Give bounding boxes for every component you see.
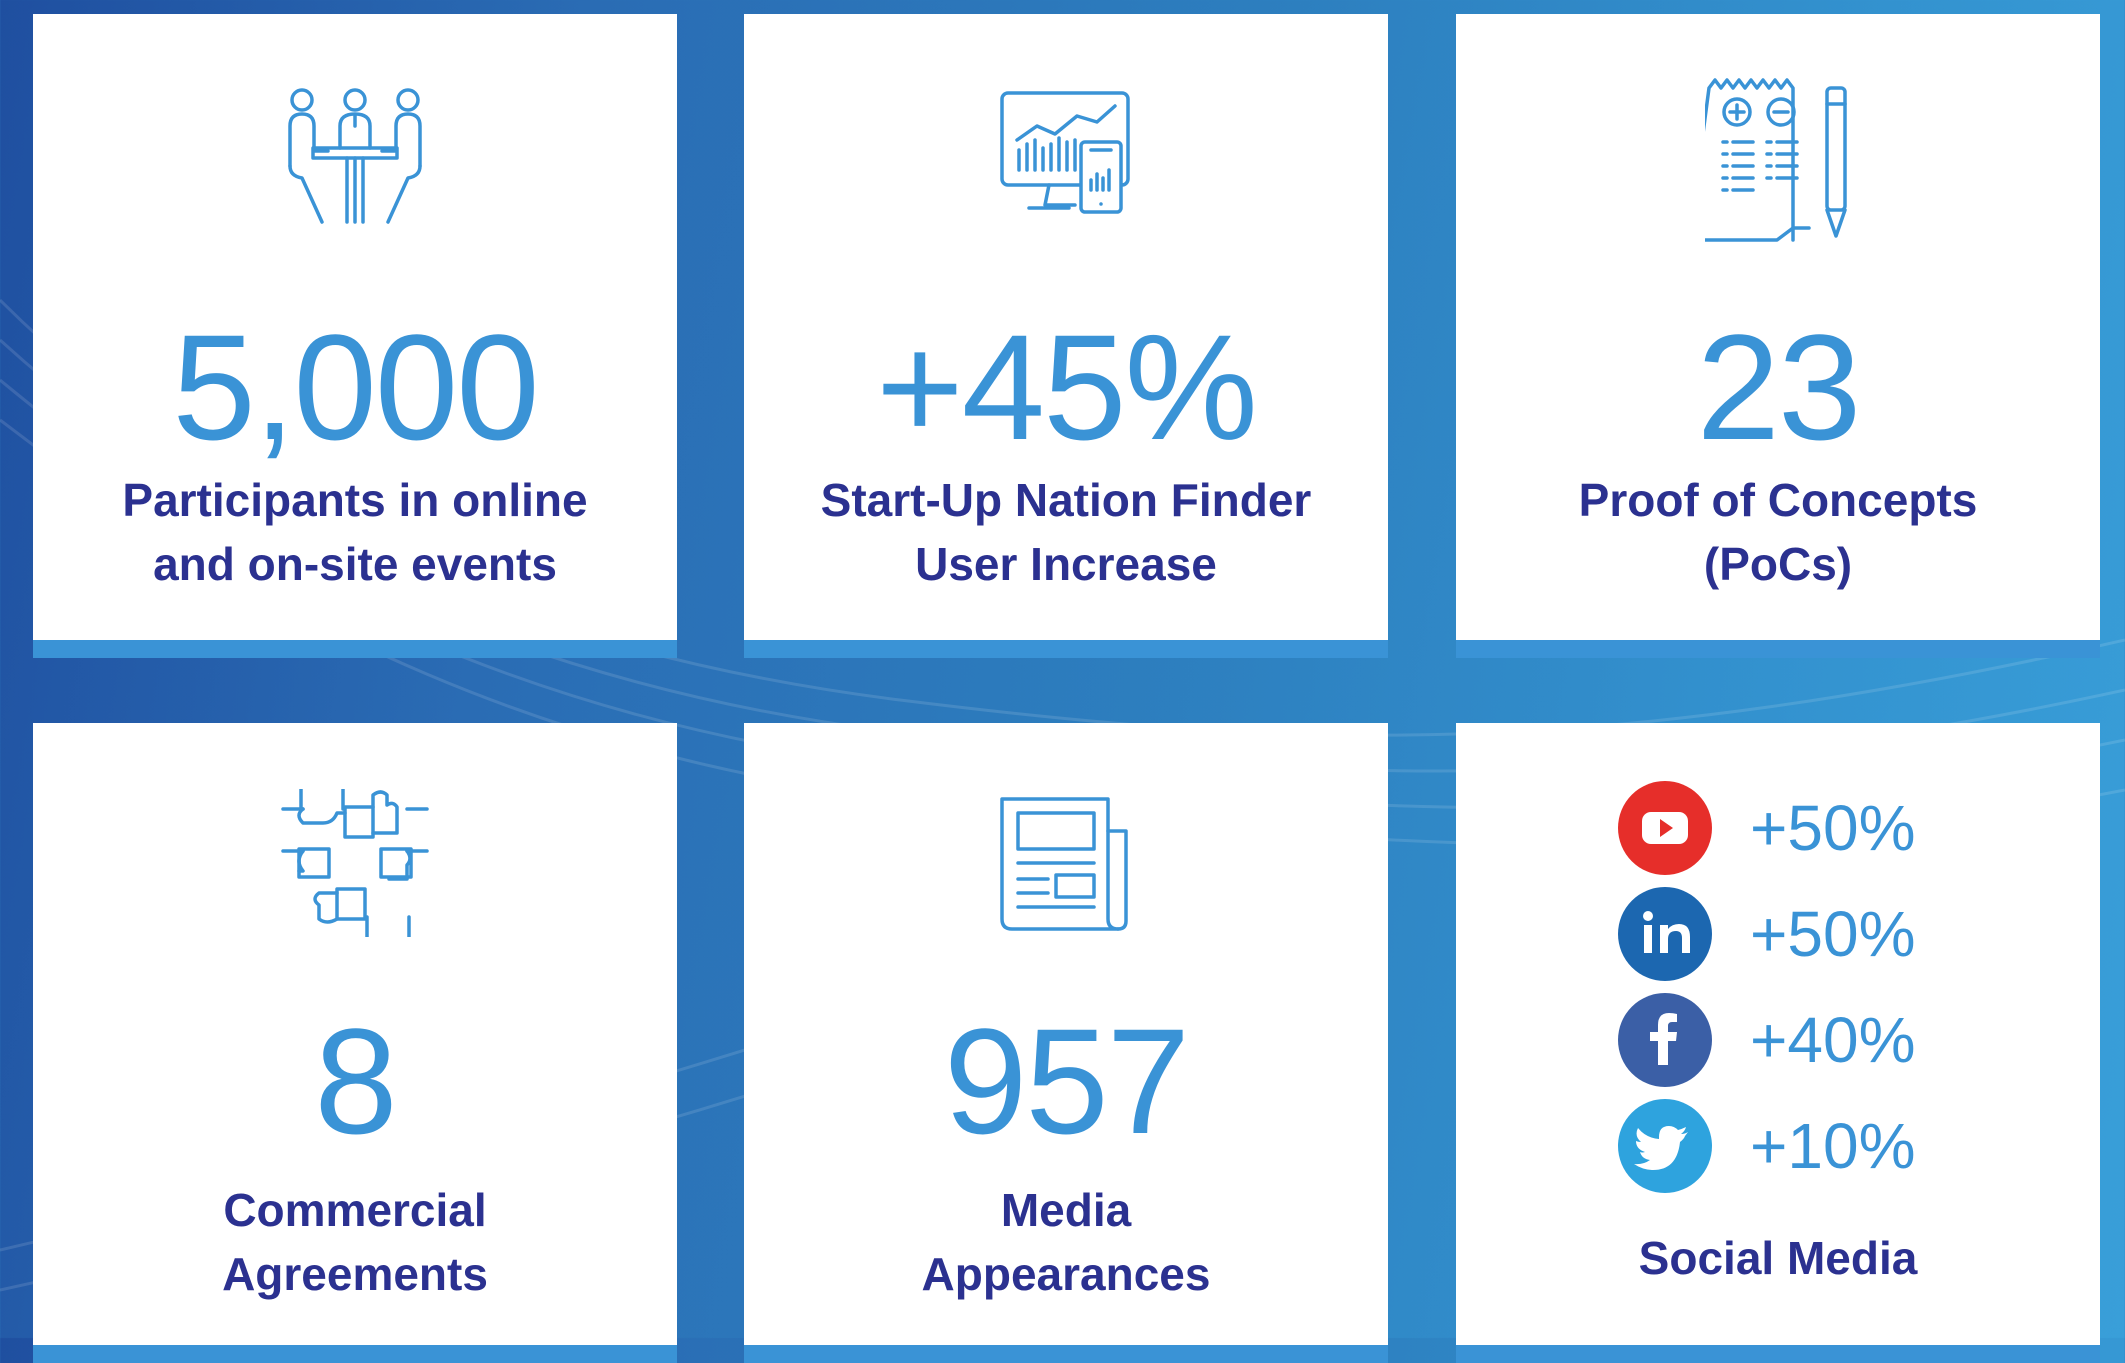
youtube-icon [1618,781,1712,875]
poc-card: 23 Proof of Concepts (PoCs) [1456,14,2100,658]
stat-value: 5,000 [172,303,539,471]
stat-label: Commercial Agreements [222,1184,488,1300]
stat-label: Proof of Concepts (PoCs) [1578,474,1978,590]
social-value: +40% [1750,1004,1916,1076]
social-value: +50% [1750,792,1916,864]
twitter-icon [1618,1099,1712,1193]
stat-label: Start-Up Nation Finder User Increase [820,474,1312,590]
handshake-icon [281,789,429,937]
stat-value: 957 [943,997,1190,1165]
social-row-twitter: +10% [1618,1099,2038,1195]
stat-label: Social Media [1638,1232,1918,1284]
analytics-screen-icon [1000,91,1130,214]
social-media-card: +50% +50% +40% +10% Social Media [1456,723,2100,1363]
agreements-card: 8 Commercial Agreements [33,723,677,1363]
stat-label: Participants in online and on-site event… [122,474,588,590]
stat-value: 23 [1696,303,1862,471]
social-value: +10% [1750,1110,1916,1182]
stat-label: Media Appearances [921,1184,1211,1300]
social-row-facebook: +40% [1618,993,2038,1089]
meeting-icon [288,88,422,224]
document-pencil-icon [1705,78,1847,242]
social-row-youtube: +50% [1618,781,2038,877]
stat-value: 8 [314,997,397,1165]
facebook-icon [1618,993,1712,1087]
newspaper-icon [1000,797,1128,931]
user-increase-card: +45% Start-Up Nation Finder User Increas… [744,14,1388,658]
media-card: 957 Media Appearances [744,723,1388,1363]
social-value: +50% [1750,898,1916,970]
linkedin-icon [1618,887,1712,981]
social-row-linkedin: +50% [1618,887,2038,983]
participants-card: 5,000 Participants in online and on-site… [33,14,677,658]
stat-value: +45% [876,303,1258,471]
